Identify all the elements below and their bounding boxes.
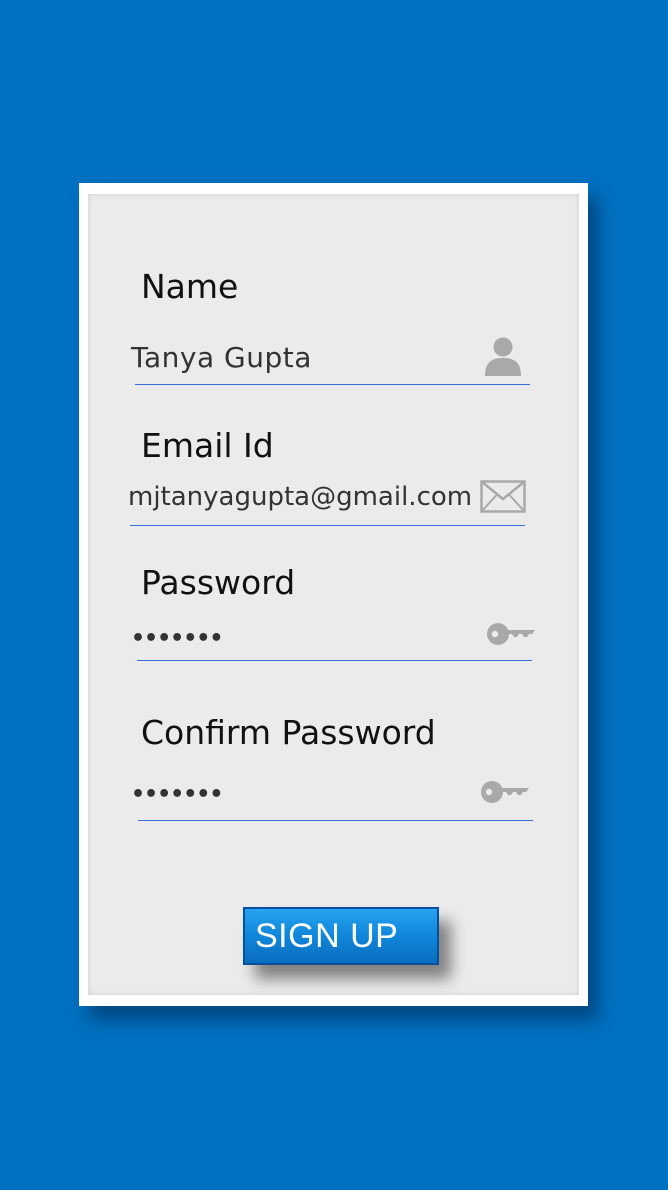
signup-button-shadow: SIGN UP: [243, 907, 439, 965]
name-underline: [135, 384, 530, 385]
confirm-password-label: Confirm Password: [141, 713, 436, 752]
password-label: Password: [141, 563, 296, 602]
email-label: Email Id: [141, 426, 274, 465]
name-label: Name: [141, 267, 239, 306]
envelope-icon: [480, 480, 526, 513]
email-field[interactable]: mjtanyagupta@gmail.com: [128, 484, 472, 510]
key-icon: [487, 623, 535, 645]
user-icon: [485, 337, 521, 376]
name-field[interactable]: Tanya Gupta: [131, 344, 312, 372]
confirm-password-field[interactable]: •••••••: [131, 784, 223, 806]
signup-button[interactable]: SIGN UP: [243, 907, 439, 965]
confirm-password-underline: [138, 820, 533, 821]
password-underline: [137, 660, 532, 661]
key-icon: [481, 781, 529, 803]
password-field[interactable]: •••••••: [131, 628, 223, 650]
email-underline: [130, 525, 525, 526]
